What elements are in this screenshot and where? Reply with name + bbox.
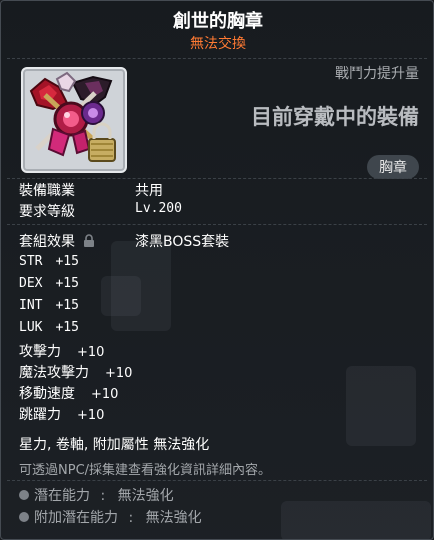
set-effect-value: 漆黑BOSS套裝 (135, 234, 230, 250)
medal-icon (29, 71, 116, 162)
potential-bullet-icon (19, 490, 29, 500)
potential-row: 潛在能力 : 無法強化 (19, 485, 174, 505)
trade-status: 無法交換 (190, 36, 246, 52)
equipped-status: 目前穿戴中的裝備 (251, 105, 419, 129)
item-tooltip: 創世的胸章 無法交換 戰鬥力提升量 目前穿戴中的裝備 胸章 裝備職業 共用 要求… (0, 0, 434, 540)
stat-int: INT +15 (19, 298, 79, 313)
requirement-value: Lv.200 (135, 201, 182, 216)
item-name: 創世的胸章 (173, 11, 263, 32)
divider (7, 480, 427, 482)
requirement-label: 要求等級 (19, 204, 75, 220)
stat-magic-attack: 魔法攻擊力 +10 (19, 365, 133, 381)
potential-label: 潛在能力 (34, 488, 90, 504)
additional-potential-row: 附加潛在能力 : 無法強化 (19, 507, 202, 527)
item-icon-frame (21, 67, 127, 173)
stat-attack: 攻擊力 +10 (19, 344, 105, 360)
stat-dex: DEX +15 (19, 276, 79, 291)
requirement-label: 裝備職業 (19, 183, 75, 199)
set-effect-label-text: 套組效果 (19, 234, 75, 250)
enhance-note: 星力, 卷軸, 附加屬性 無法強化 (19, 437, 210, 453)
set-effect-label: 套組效果 (19, 231, 95, 251)
stat-str: STR +15 (19, 254, 79, 269)
additional-potential-bullet-icon (19, 512, 29, 522)
lock-icon (84, 234, 95, 247)
requirement-value: 共用 (135, 183, 163, 199)
power-increase-label: 戰鬥力提升量 (335, 66, 419, 82)
category-badge: 胸章 (367, 155, 419, 179)
potential-value: 無法強化 (117, 488, 174, 504)
stat-jump: 跳躍力 +10 (19, 407, 105, 423)
additional-potential-label: 附加潛在能力 (34, 510, 118, 526)
divider (7, 224, 427, 226)
stat-luk: LUK +15 (19, 320, 79, 335)
divider (7, 58, 427, 60)
additional-potential-value: 無法強化 (145, 510, 202, 526)
info-note: 可透過NPC/採集建查看強化資訊詳細內容。 (19, 463, 272, 478)
stat-speed: 移動速度 +10 (19, 386, 119, 402)
